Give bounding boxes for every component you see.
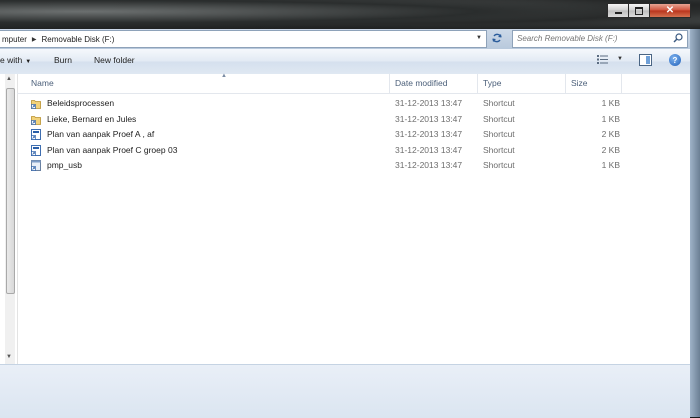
file-type: Shortcut <box>483 113 515 124</box>
help-icon[interactable]: ? <box>669 54 681 66</box>
minimize-button[interactable] <box>607 3 628 18</box>
address-bar-row: mputer ▶ Removable Disk (F:) ▼ <box>0 29 700 49</box>
search-icon[interactable] <box>673 33 683 43</box>
file-row[interactable]: Lieke, Bernard en Jules 31-12-2013 13:47 S… <box>17 112 690 128</box>
file-row[interactable]: Plan van aanpak Proef A , af 31-12-2013 1… <box>17 127 690 143</box>
chevron-down-icon: ▼ <box>25 59 32 65</box>
details-view-icon <box>597 55 608 64</box>
close-button[interactable]: ✕ <box>649 3 691 18</box>
column-header-size[interactable]: Size <box>565 74 622 93</box>
view-dropdown-icon: ▼ <box>617 56 623 62</box>
file-date-modified: 31-12-2013 13:47 <box>395 129 463 139</box>
details-pane <box>0 364 690 418</box>
file-type: Shortcut <box>483 144 515 155</box>
window-right-border <box>690 29 700 417</box>
file-name: Beleidsprocessen <box>47 98 115 108</box>
search-input[interactable] <box>513 31 667 45</box>
address-bar[interactable]: mputer ▶ Removable Disk (F:) ▼ <box>0 30 487 48</box>
window-title-bar: ✕ <box>0 0 700 29</box>
column-header-date[interactable]: Date modified <box>389 74 478 93</box>
app-shortcut-icon <box>31 160 41 171</box>
column-header-type[interactable]: Type <box>477 74 566 93</box>
scroll-up-icon[interactable]: ▲ <box>6 76 12 82</box>
file-date-modified: 31-12-2013 13:47 <box>395 160 463 170</box>
share-with-label: e with <box>0 55 23 65</box>
breadcrumb-removable-disk[interactable]: Removable Disk (F:) <box>40 35 117 44</box>
command-bar: e with ▼ Burn New folder ▼ ? <box>0 49 700 75</box>
file-size: 1 KB <box>601 113 620 124</box>
scroll-down-icon[interactable]: ▼ <box>6 354 12 360</box>
file-date-modified: 31-12-2013 13:47 <box>395 144 463 155</box>
breadcrumb-separator-icon[interactable]: ▶ <box>29 36 40 43</box>
file-row[interactable]: pmp_usb 31-12-2013 13:47 Shortcut 1 KB <box>17 158 690 174</box>
file-row[interactable]: Beleidsprocessen 31-12-2013 13:47 Shortcut… <box>17 96 690 112</box>
column-headers: Name ▲ Date modified Type Size <box>17 73 690 94</box>
burn-button[interactable]: Burn <box>54 55 72 65</box>
file-date-modified: 31-12-2013 13:47 <box>395 113 463 124</box>
document-shortcut-icon <box>31 144 41 156</box>
file-row[interactable]: Plan van aanpak Proef C groep 03 31-12-20… <box>17 143 690 159</box>
document-shortcut-icon <box>31 129 41 140</box>
preview-pane-icon <box>639 54 652 66</box>
address-dropdown-icon[interactable]: ▼ <box>476 35 482 41</box>
column-header-name-label: Name <box>31 78 54 88</box>
window-controls: ✕ <box>607 3 691 18</box>
sort-ascending-icon: ▲ <box>221 73 227 79</box>
folder-shortcut-icon <box>31 98 41 109</box>
file-list-pane: ▲ ▼ Name ▲ Date modified Type Size Belei… <box>0 73 690 364</box>
new-folder-button[interactable]: New folder <box>94 55 135 65</box>
preview-pane-button[interactable] <box>639 54 652 68</box>
search-box[interactable] <box>512 30 688 48</box>
file-type: Shortcut <box>483 160 515 170</box>
file-type: Shortcut <box>483 98 515 108</box>
file-size: 1 KB <box>601 160 620 170</box>
file-name: Lieke, Bernard en Jules <box>47 113 137 124</box>
file-date-modified: 31-12-2013 13:47 <box>395 98 463 108</box>
file-rows: Beleidsprocessen 31-12-2013 13:47 Shortcut… <box>17 96 690 174</box>
file-name: pmp_usb <box>47 160 82 170</box>
share-with-button[interactable]: e with ▼ <box>0 55 31 65</box>
navigation-pane-edge: ▲ ▼ <box>0 74 18 364</box>
change-view-button[interactable]: ▼ <box>597 54 623 64</box>
navigation-scrollbar[interactable]: ▲ ▼ <box>5 74 15 364</box>
file-size: 1 KB <box>601 98 620 108</box>
column-header-name[interactable]: Name <box>17 74 390 93</box>
file-name: Plan van aanpak Proef C groep 03 <box>47 144 178 155</box>
file-size: 2 KB <box>601 129 620 139</box>
file-size: 2 KB <box>601 144 620 155</box>
scrollbar-thumb[interactable] <box>6 88 15 294</box>
refresh-icon[interactable] <box>490 31 504 45</box>
maximize-button[interactable] <box>628 3 649 18</box>
file-name: Plan van aanpak Proef A , af <box>47 129 155 139</box>
breadcrumb-computer[interactable]: mputer <box>0 35 29 44</box>
folder-shortcut-icon <box>31 114 41 125</box>
file-type: Shortcut <box>483 129 515 139</box>
